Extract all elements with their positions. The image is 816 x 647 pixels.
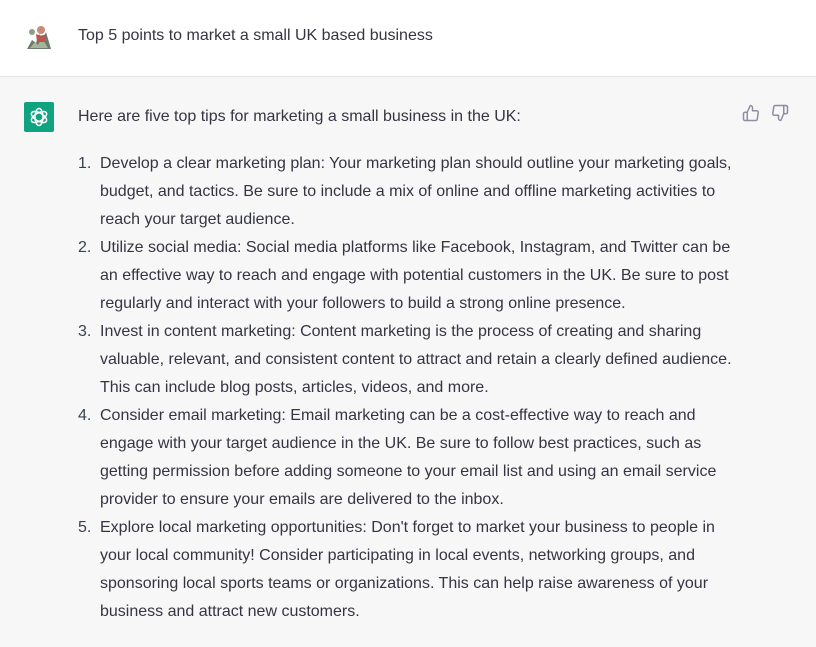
user-message-text: Top 5 points to market a small UK based … [78,27,433,44]
user-avatar [24,22,54,52]
list-item-text: Develop a clear marketing plan: Your mar… [100,155,732,228]
list-item: 1. Develop a clear marketing plan: Your … [78,150,738,234]
list-item: 5. Explore local marketing opportunities… [78,514,738,626]
assistant-intro-text: Here are five top tips for marketing a s… [78,108,521,125]
user-avatar-image [24,22,54,52]
list-item: 3. Invest in content marketing: Content … [78,318,738,402]
list-item: 4. Consider email marketing: Email marke… [78,402,738,514]
list-item-text: Explore local marketing opportunities: D… [100,519,715,620]
list-item-number: 3. [78,323,92,340]
tips-list: 1. Develop a clear marketing plan: Your … [78,150,738,626]
list-item-number: 1. [78,155,92,172]
list-item-text: Invest in content marketing: Content mar… [100,323,732,396]
list-item-text: Utilize social media: Social media platf… [100,239,731,312]
list-item-text: Consider email marketing: Email marketin… [100,407,717,508]
assistant-message-row: Here are five top tips for marketing a s… [0,77,816,647]
list-item-number: 5. [78,519,92,536]
openai-logo-icon [24,102,54,132]
list-item: 2. Utilize social media: Social media pl… [78,234,738,318]
thumbs-down-icon[interactable] [771,104,789,122]
thumbs-up-icon[interactable] [742,104,760,122]
user-message-row: Top 5 points to market a small UK based … [0,0,816,77]
list-item-number: 2. [78,239,92,256]
list-item-number: 4. [78,407,92,424]
